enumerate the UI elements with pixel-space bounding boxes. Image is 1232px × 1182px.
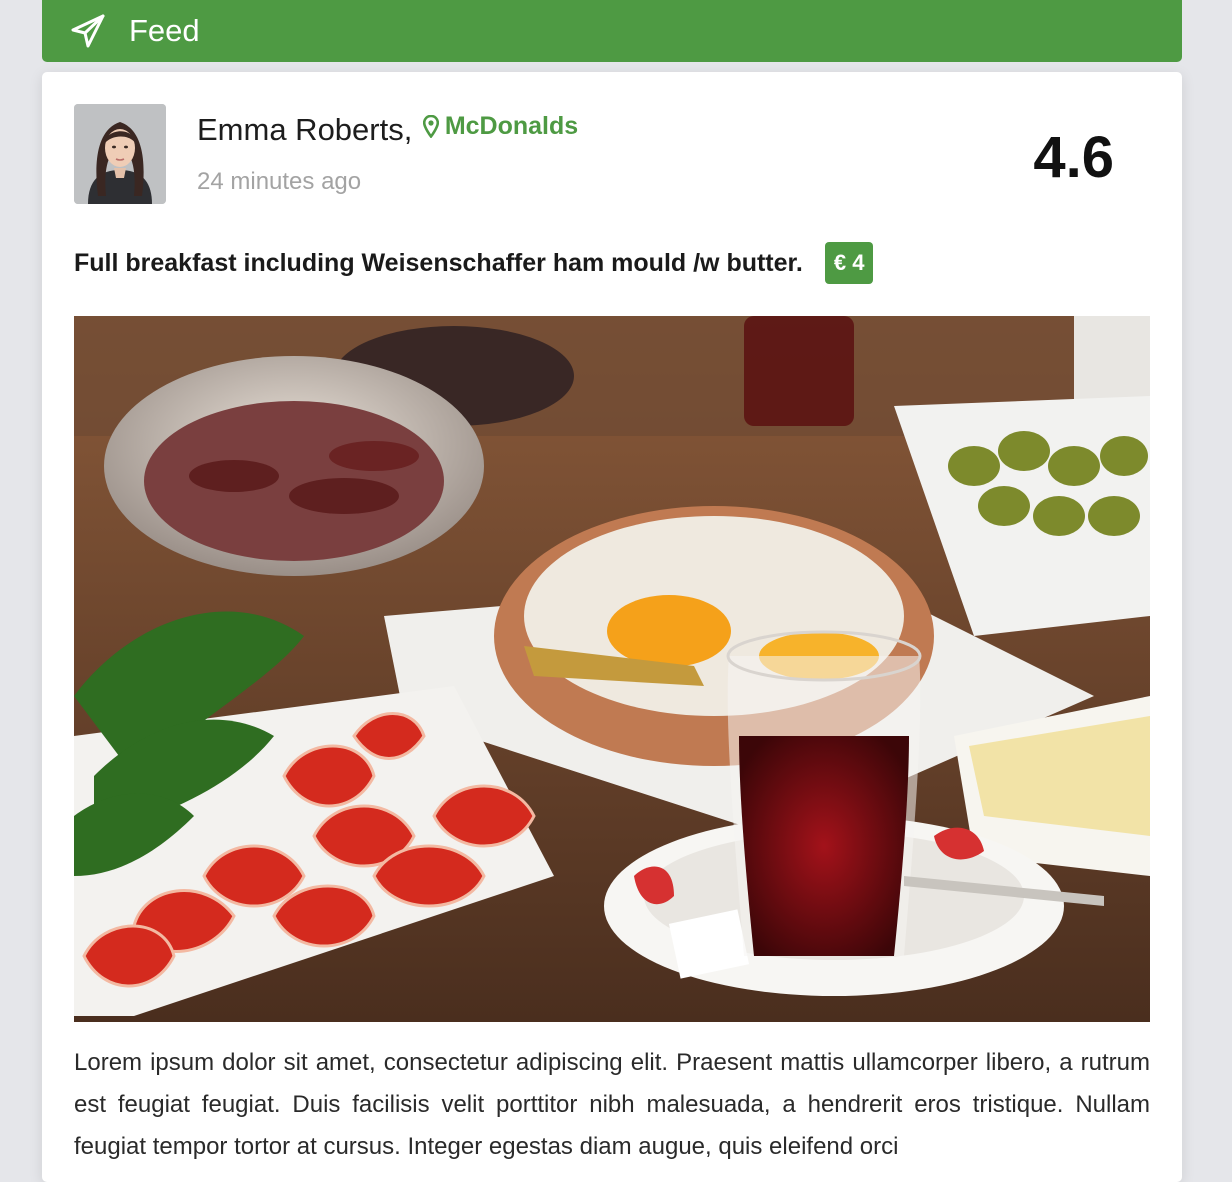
paper-plane-icon — [70, 13, 106, 49]
place-link[interactable]: McDonalds — [422, 112, 579, 141]
map-marker-icon — [422, 115, 439, 138]
author-separator: , — [403, 112, 413, 147]
header-title: Feed — [129, 13, 200, 48]
post-photo[interactable] — [74, 316, 1150, 1022]
rating-score: 4.6 — [1033, 125, 1114, 190]
description-line: Full breakfast including Weisenschaffer … — [74, 242, 874, 284]
avatar[interactable] — [74, 104, 166, 204]
feed-header: Feed — [42, 0, 1182, 62]
post-description: Full breakfast including Weisenschaffer … — [74, 248, 803, 277]
price-badge: € 4 — [824, 242, 874, 284]
post-timestamp: 24 minutes ago — [197, 168, 362, 195]
place-name: McDonalds — [444, 112, 579, 140]
author-name[interactable]: Emma Roberts — [197, 112, 404, 147]
post-body: Lorem ipsum dolor sit amet, consectetur … — [74, 1049, 1150, 1160]
post-card: Emma Roberts, McDonalds 24 minutes ago 4… — [42, 72, 1182, 1182]
author-line: Emma Roberts, McDonalds — [197, 112, 578, 148]
